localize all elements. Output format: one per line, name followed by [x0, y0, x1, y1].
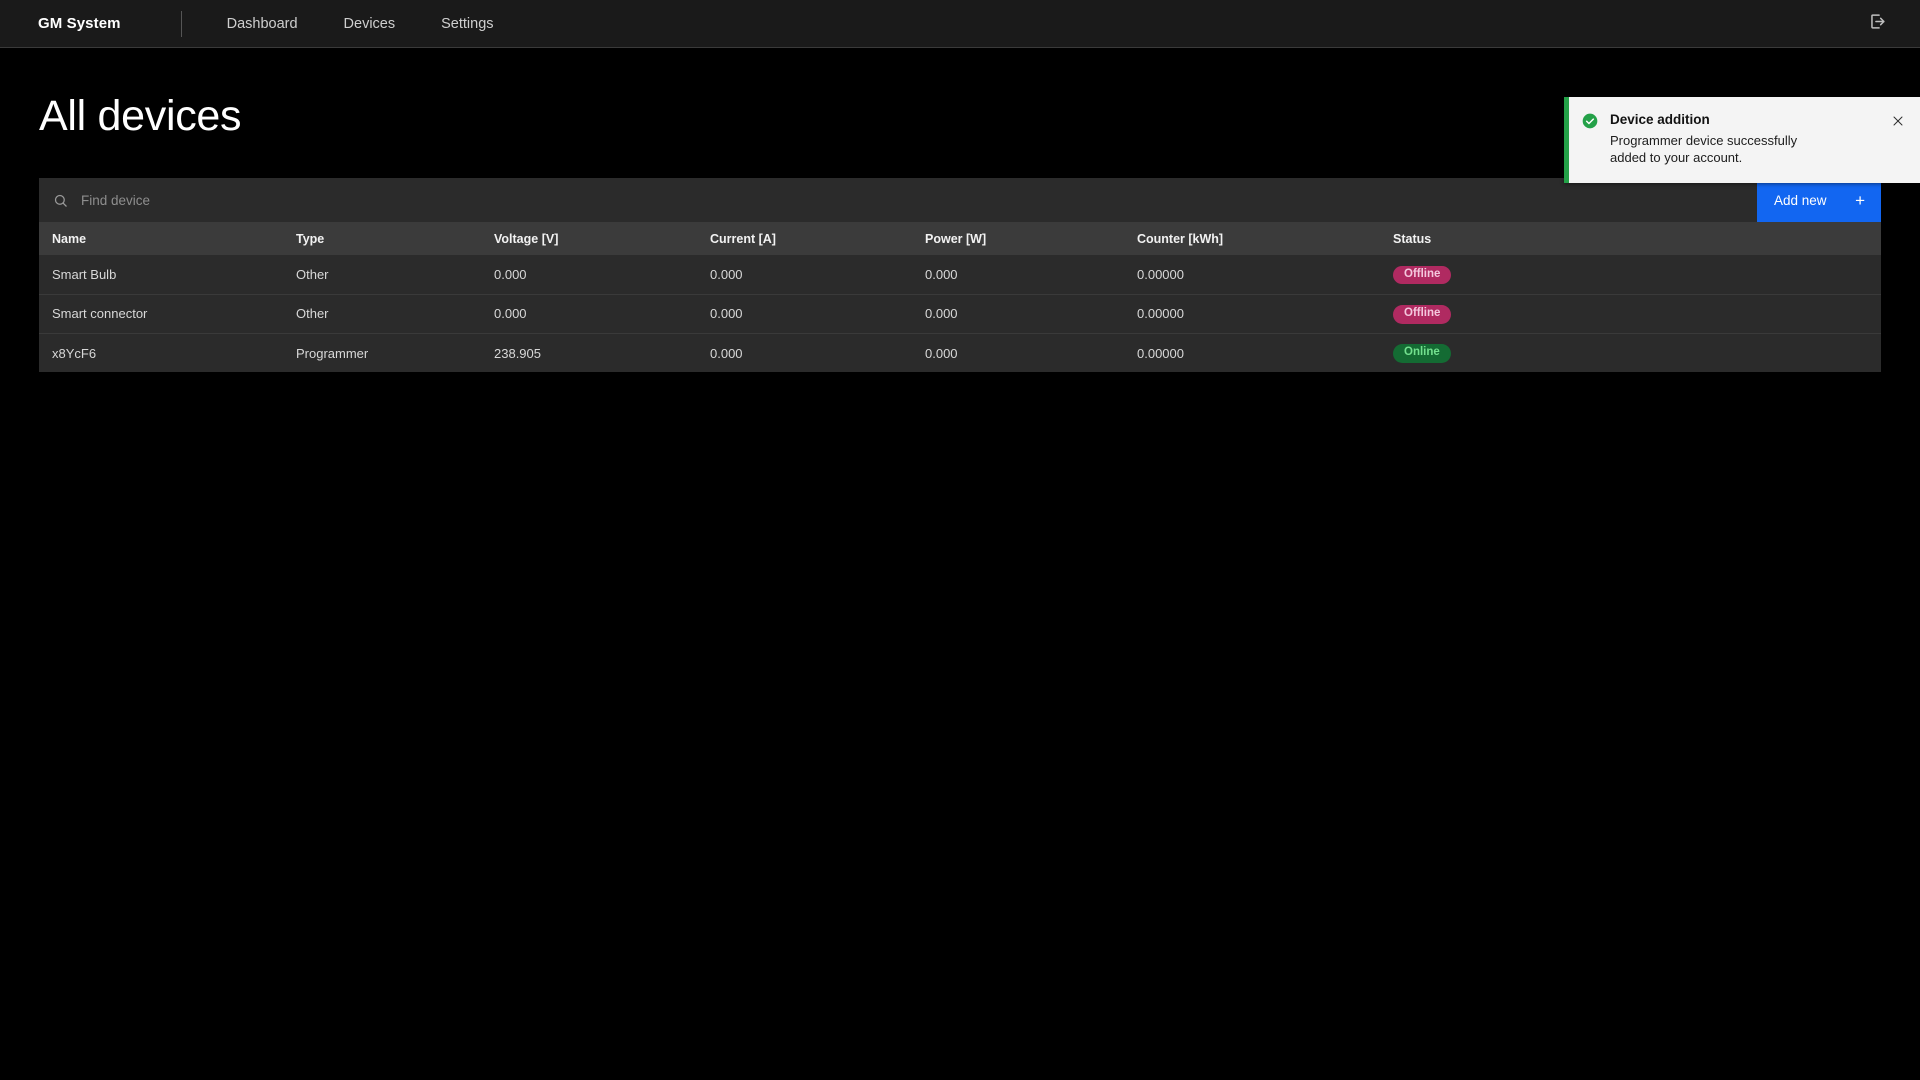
- cell-status: Offline: [1380, 255, 1881, 294]
- top-navbar: GM System Dashboard Devices Settings: [0, 0, 1920, 48]
- devices-panel: Add new + Name Type Voltage [V] Current …: [39, 178, 1881, 373]
- devices-table-body: Smart Bulb Other 0.000 0.000 0.000 0.000…: [39, 255, 1881, 373]
- cell-power: 0.000: [925, 267, 958, 283]
- nav-link-devices[interactable]: Devices: [334, 10, 406, 38]
- cell-name: x8YcF6: [52, 345, 97, 361]
- status-badge: Offline: [1393, 265, 1452, 285]
- cell-power: 0.000: [925, 345, 958, 361]
- cell-status: Offline: [1380, 294, 1881, 333]
- cell-counter: 0.00000: [1137, 345, 1184, 361]
- add-new-label: Add new: [1774, 192, 1827, 208]
- toast-notification: Device addition Programmer device succes…: [1564, 97, 1920, 184]
- devices-toolbar: Add new +: [39, 178, 1881, 223]
- nav-link-dashboard[interactable]: Dashboard: [217, 10, 308, 38]
- devices-table-head: Name Type Voltage [V] Current [A] Power …: [39, 222, 1881, 256]
- cell-type: Programmer: [296, 345, 369, 361]
- cell-counter: 0.00000: [1137, 267, 1184, 283]
- column-header-voltage[interactable]: Voltage [V]: [481, 222, 697, 255]
- cell-voltage: 238.905: [494, 345, 541, 361]
- cell-type: Other: [296, 267, 329, 283]
- plus-icon: +: [1855, 190, 1865, 210]
- column-header-name[interactable]: Name: [39, 222, 283, 255]
- toast-message: Programmer device successfully added to …: [1610, 132, 1798, 166]
- table-row[interactable]: x8YcF6 Programmer 238.905 0.000 0.000 0.…: [39, 333, 1881, 373]
- nav-links: Dashboard Devices Settings: [182, 10, 517, 38]
- cell-voltage: 0.000: [494, 306, 527, 322]
- search-area: [39, 178, 1757, 223]
- cell-name: Smart connector: [52, 306, 148, 322]
- close-icon[interactable]: [1889, 112, 1907, 130]
- check-circle-icon: [1582, 113, 1598, 134]
- cell-current: 0.000: [710, 267, 743, 283]
- toast-body: Device addition Programmer device succes…: [1610, 111, 1889, 167]
- cell-power: 0.000: [925, 306, 958, 322]
- table-header-row: Name Type Voltage [V] Current [A] Power …: [39, 222, 1881, 256]
- add-new-button[interactable]: Add new +: [1757, 178, 1881, 223]
- table-row[interactable]: Smart connector Other 0.000 0.000 0.000 …: [39, 294, 1881, 334]
- cell-type: Other: [296, 306, 329, 322]
- status-badge: Online: [1393, 344, 1451, 363]
- search-icon: [53, 193, 68, 208]
- cell-current: 0.000: [710, 306, 743, 322]
- nav-link-settings[interactable]: Settings: [431, 10, 503, 38]
- logout-icon: [1868, 12, 1887, 36]
- column-header-type[interactable]: Type: [283, 222, 481, 255]
- cell-voltage: 0.000: [494, 267, 527, 283]
- cell-counter: 0.00000: [1137, 306, 1184, 322]
- table-row[interactable]: Smart Bulb Other 0.000 0.000 0.000 0.000…: [39, 255, 1881, 295]
- toast-title: Device addition: [1610, 112, 1710, 127]
- cell-name: Smart Bulb: [52, 267, 117, 283]
- cell-status: Online: [1380, 333, 1881, 372]
- devices-table: Name Type Voltage [V] Current [A] Power …: [39, 222, 1881, 373]
- brand-logo: GM System: [38, 15, 121, 32]
- page-content: All devices Add new + Na: [0, 48, 1920, 373]
- column-header-counter[interactable]: Counter [kWh]: [1124, 222, 1380, 255]
- status-badge: Offline: [1393, 305, 1452, 324]
- column-header-status[interactable]: Status: [1380, 222, 1881, 255]
- search-input[interactable]: [81, 178, 1757, 223]
- cell-current: 0.000: [710, 345, 743, 361]
- logout-button[interactable]: [1862, 9, 1892, 39]
- column-header-current[interactable]: Current [A]: [697, 222, 912, 255]
- column-header-power[interactable]: Power [W]: [912, 222, 1124, 255]
